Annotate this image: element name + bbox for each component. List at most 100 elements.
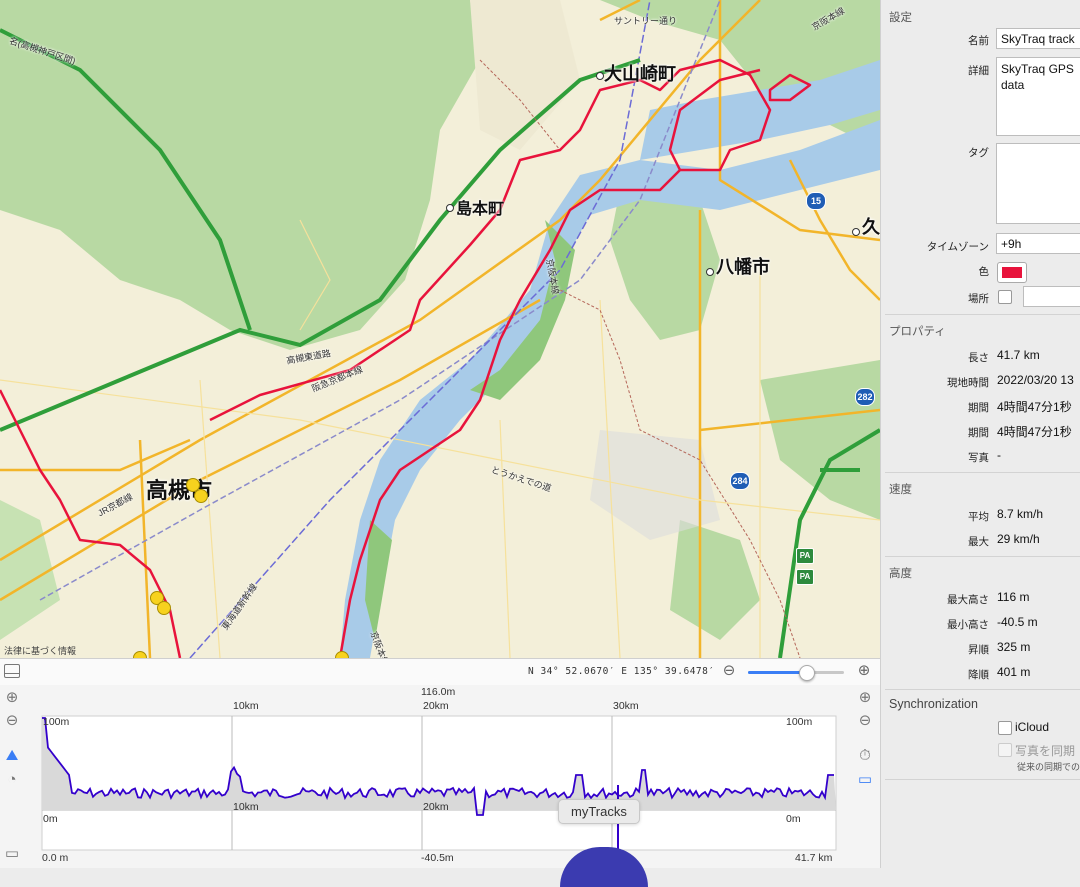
city-label-ku: 久: [862, 217, 880, 237]
tag-label: タグ: [968, 147, 989, 159]
sync-header: Synchronization: [889, 697, 978, 711]
divider: [885, 779, 1080, 780]
icloud-checkbox[interactable]: [998, 721, 1012, 735]
duration-value: 4時間47分1秒: [997, 425, 1072, 439]
cursor-coordinates: N 34° 52.0670′ E 135° 39.6478′: [528, 666, 715, 677]
route-shield-284: 284: [730, 472, 750, 490]
zoom-out-icon[interactable]: ⊖: [720, 662, 738, 680]
zoom-slider-knob[interactable]: [798, 665, 815, 681]
sync-note: 従来の同期でのみ: [1017, 762, 1080, 772]
photo-pin-icon[interactable]: [335, 651, 349, 658]
duration-label: 期間: [968, 427, 989, 439]
detail-text-line: data: [1001, 78, 1025, 92]
elev-tick-mid: 20km: [423, 801, 449, 813]
elevation-profile[interactable]: ⊕ ⊖ ⛰ ◔ ▭ ⊕ ⊖ ⏱ ▭ 116.0m 10km 20km 30km …: [0, 685, 880, 887]
photo-value: -: [997, 448, 1001, 462]
photo-pin-icon[interactable]: [133, 651, 147, 658]
elev-axis-bottom-right: 0m: [786, 813, 801, 825]
place-label: 場所: [968, 293, 989, 305]
speed-header: 速度: [889, 484, 912, 496]
route-shield-15: 15: [806, 192, 826, 210]
tag-field[interactable]: [996, 143, 1080, 224]
divider: [885, 556, 1080, 557]
length-value: 41.7 km: [997, 348, 1040, 362]
route-shield-282: 282: [855, 388, 875, 406]
min-altitude-label: 最小高さ: [947, 619, 989, 631]
length-label: 長さ: [968, 352, 989, 364]
speed-mode-icon[interactable]: ◔: [3, 771, 21, 789]
elevation-chart: [41, 715, 837, 853]
detail-field[interactable]: SkyTraq GPS data: [996, 57, 1080, 136]
map-view[interactable]: 大山崎町 島本町 八幡市 高槻市 久 サントリー通り 京阪本線 阪急京都本線 高…: [0, 0, 880, 658]
photo-pin-icon[interactable]: [157, 601, 171, 615]
descent-label: 降順: [968, 669, 989, 681]
min-altitude-value: -40.5 m: [997, 615, 1038, 629]
city-label-yawata: 八幡市: [716, 257, 770, 277]
max-speed-value: 29 km/h: [997, 532, 1040, 546]
altitude-header: 高度: [889, 568, 912, 580]
legal-notice-link[interactable]: 法律に基づく情報: [4, 644, 76, 657]
max-speed-label: 最大: [968, 536, 989, 548]
toggle-panel-icon[interactable]: [4, 664, 20, 678]
photo-pin-icon[interactable]: [194, 489, 208, 503]
inspector-sidebar: 設定 名前 SkyTraq track 詳細 SkyTraq GPS data …: [880, 0, 1080, 868]
town-label-oyamazaki: 大山崎町: [604, 64, 676, 84]
place-checkbox[interactable]: [998, 290, 1012, 304]
avg-speed-value: 8.7 km/h: [997, 507, 1044, 521]
elev-tick-top: 20km: [423, 700, 449, 712]
descent-value: 401 m: [997, 665, 1031, 679]
elev-tick-top: 10km: [233, 700, 259, 712]
zoom-in-icon[interactable]: ⊕: [855, 662, 873, 680]
photo-sync-checkbox[interactable]: [998, 743, 1012, 757]
avg-speed-label: 平均: [968, 511, 989, 523]
divider: [885, 472, 1080, 473]
elev-axis-bottom-left: 0m: [43, 813, 58, 825]
localtime-value: 2022/03/20 13: [997, 373, 1074, 387]
zoom-in-icon[interactable]: ⊕: [3, 689, 21, 707]
track-tooltip: myTracks: [558, 799, 640, 824]
altitude-mode-icon[interactable]: ⛰: [3, 747, 21, 765]
ruler-icon[interactable]: ▭: [856, 771, 874, 789]
map-status-bar: N 34° 52.0670′ E 135° 39.6478′ ⊖ ⊕: [0, 658, 880, 686]
divider: [885, 314, 1080, 315]
elev-max-label: 116.0m: [421, 686, 456, 698]
color-swatch: [1002, 267, 1022, 278]
zoom-out-icon[interactable]: ⊖: [3, 712, 21, 730]
duration-value: 4時間47分1秒: [997, 400, 1072, 414]
ascent-value: 325 m: [997, 640, 1031, 654]
elev-tick-top: 30km: [613, 700, 639, 712]
place-field[interactable]: [1023, 286, 1080, 307]
elev-axis-top-right: 100m: [786, 716, 813, 728]
timezone-label: タイムゾーン: [926, 241, 989, 253]
road-label-suntory: サントリー通り: [614, 16, 678, 26]
icloud-label: iCloud: [1015, 720, 1050, 734]
elev-x-start: 0.0 m: [42, 852, 69, 864]
max-altitude-label: 最大高さ: [947, 594, 989, 606]
zoom-slider-fill: [748, 671, 806, 674]
city-dot: [852, 228, 860, 236]
elev-x-end: 41.7 km: [795, 852, 833, 864]
parking-area-icon: PA: [796, 569, 814, 585]
elev-tick-mid: 10km: [233, 801, 259, 813]
settings-header: 設定: [889, 12, 912, 24]
ascent-label: 昇順: [968, 644, 989, 656]
detail-label: 詳細: [968, 65, 989, 77]
name-field[interactable]: SkyTraq track: [996, 28, 1080, 49]
color-well[interactable]: [997, 262, 1027, 283]
name-label: 名前: [968, 35, 989, 47]
town-dot: [596, 72, 604, 80]
photo-sync-label: 写真を同期: [1015, 744, 1076, 758]
city-dot: [706, 268, 714, 276]
detail-text-line: SkyTraq GPS: [1001, 62, 1074, 76]
timezone-field[interactable]: +9h: [996, 233, 1080, 254]
properties-header: プロパティ: [889, 326, 946, 338]
panel-toggle-icon[interactable]: ▭: [3, 845, 21, 863]
stopwatch-icon[interactable]: ⏱: [856, 747, 874, 765]
max-altitude-value: 116 m: [997, 590, 1030, 604]
parking-area-icon: PA: [796, 548, 814, 564]
localtime-label: 現地時間: [947, 377, 989, 389]
town-dot: [446, 204, 454, 212]
zoom-in-icon[interactable]: ⊕: [856, 689, 874, 707]
zoom-out-icon[interactable]: ⊖: [856, 712, 874, 730]
zoom-slider[interactable]: [748, 665, 844, 681]
